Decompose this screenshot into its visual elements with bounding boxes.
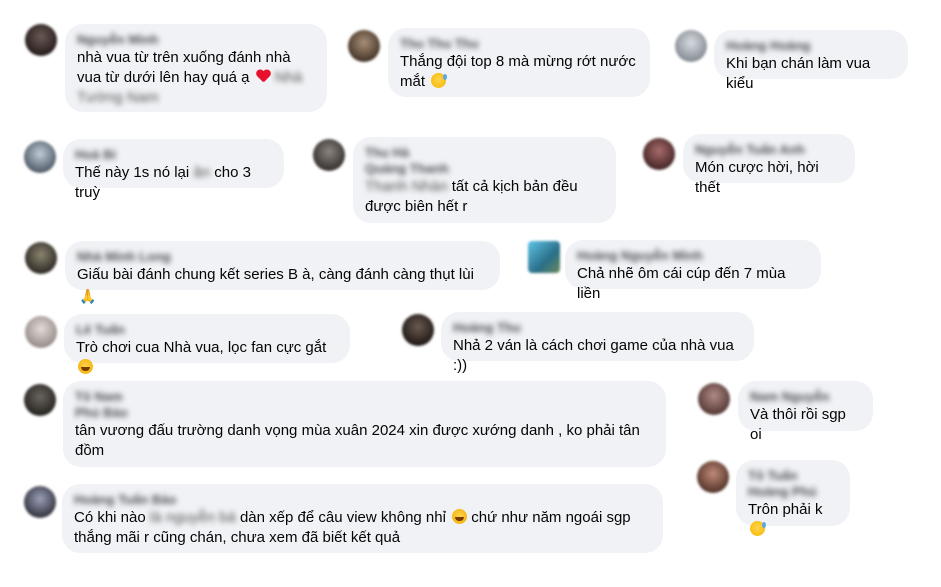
commenter-name[interactable]: Hoàng Hoàng: [726, 38, 896, 54]
avatar[interactable]: [25, 316, 57, 348]
comment-bubble: Hoàng Nguyễn Minh Chả nhẽ ôm cái cúp đến…: [565, 240, 821, 302]
comment-text: Thắng đội top 8 mà mừng rớt nước mắt: [400, 53, 636, 90]
laughing-emoji-icon: [78, 359, 93, 374]
folded-hands-emoji-icon: 🙏: [79, 288, 97, 304]
comment-bubble: Nguyễn Minh nhà vua từ trên xuống đánh n…: [65, 24, 327, 112]
comment-bubble: Nam Nguyễn Và thôi rồi sgp oi: [738, 381, 873, 443]
comment-text: Món cược hời, hời thết: [695, 159, 823, 196]
commenter-name-line-2: Quảng Thanh: [365, 161, 449, 176]
commenter-name[interactable]: Nam Nguyễn: [750, 389, 861, 405]
comment-bubble: Tô Nam Phú Bảo tân vương đấu trường danh…: [63, 381, 666, 467]
comment-bubble: Tô Tuấn Hoàng Phú Trôn phải k: [736, 460, 850, 536]
comment-text: tân vương đấu trường danh vọng mùa xuân …: [75, 422, 640, 459]
comment-text: Nhả 2 ván là cách chơi game của nhà vua …: [453, 337, 739, 374]
commenter-name[interactable]: Nguyễn Minh: [77, 32, 315, 48]
comment-text: Trò chơi cua Nhà vua, lọc fan cực gắt: [76, 338, 338, 378]
commenter-name-line-2: Hoàng Phú: [748, 484, 817, 499]
comment-text: Chả nhẽ ôm cái cúp đến 7 mùa liền: [577, 265, 790, 302]
sweat-smile-emoji-icon: [431, 73, 448, 88]
avatar[interactable]: [313, 139, 345, 171]
avatar[interactable]: [402, 314, 434, 346]
commenter-name[interactable]: Nguyễn Tuấn Anh: [695, 142, 843, 158]
commenter-name[interactable]: Hoàng Thu: [453, 320, 742, 336]
comment-bubble: Nhà Minh Long Giấu bài đánh chung kết se…: [65, 241, 500, 304]
comment-bubble: Nguyễn Tuấn Anh Món cược hời, hời thết: [683, 134, 855, 196]
comment-bubble: Thu Hà Quảng Thanh Thanh Nhàn tất cả kịc…: [353, 137, 616, 223]
commenter-name[interactable]: Nhà Minh Long: [77, 249, 488, 265]
comment-bubble: Hoà Bi Thế này 1s nó lại ăn cho 3 truỳ: [63, 139, 284, 201]
commenter-name[interactable]: Thu Thu Thu: [400, 36, 638, 52]
avatar[interactable]: [698, 383, 730, 415]
avatar[interactable]: [643, 138, 675, 170]
avatar[interactable]: [24, 141, 56, 173]
commenter-name-line-2: Phú Bảo: [75, 405, 128, 420]
commenter-name[interactable]: Thu Hà: [365, 145, 604, 161]
laughing-emoji-icon: [452, 509, 468, 524]
comment-text: Giấu bài đánh chung kết series B à, càng…: [77, 266, 479, 304]
avatar[interactable]: [697, 461, 729, 493]
commenter-name[interactable]: Tô Tuấn: [748, 468, 838, 484]
comment-bubble: Hoàng Hoàng Khi bạn chán làm vua kiểu: [714, 30, 908, 92]
avatar[interactable]: [675, 30, 707, 62]
comment-text: Thế này 1s nó lại ăn cho 3 truỳ: [75, 164, 256, 201]
comment-text: Thanh Nhàn tất cả kịch bản đều được biên…: [365, 178, 578, 215]
comment-text: Và thôi rồi sgp oi: [750, 406, 851, 443]
comment-text: Trôn phải k: [748, 500, 838, 540]
commenter-name[interactable]: Hoàng Tuấn Bảo: [74, 492, 651, 508]
commenter-name[interactable]: Hoàng Nguyễn Minh: [577, 248, 809, 264]
avatar[interactable]: [25, 242, 57, 274]
comment-text: Có khi nào là nguyễn bá dàn xếp để câu v…: [74, 509, 631, 546]
comment-text: Khi bạn chán làm vua kiểu: [726, 55, 875, 92]
avatar[interactable]: [25, 24, 57, 56]
commenter-name[interactable]: Lê Tuấn: [76, 322, 338, 338]
comment-text: nhà vua từ trên xuống đánh nhà vua từ dư…: [77, 49, 303, 106]
comment-bubble: Hoàng Thu Nhả 2 ván là cách chơi game củ…: [441, 312, 754, 374]
sweat-smile-emoji-icon: [750, 521, 766, 536]
avatar[interactable]: [348, 30, 380, 62]
commenter-name[interactable]: Tô Nam: [75, 389, 654, 405]
comment-bubble: Thu Thu Thu Thắng đội top 8 mà mừng rớt …: [388, 28, 650, 97]
avatar[interactable]: [24, 384, 56, 416]
avatar[interactable]: [528, 241, 560, 273]
commenter-name[interactable]: Hoà Bi: [75, 147, 272, 163]
comment-bubble: Hoàng Tuấn Bảo Có khi nào là nguyễn bá d…: [62, 484, 663, 553]
heart-emoji-icon: [256, 70, 271, 84]
avatar[interactable]: [24, 486, 56, 518]
comment-bubble: Lê Tuấn Trò chơi cua Nhà vua, lọc fan cự…: [64, 314, 350, 374]
